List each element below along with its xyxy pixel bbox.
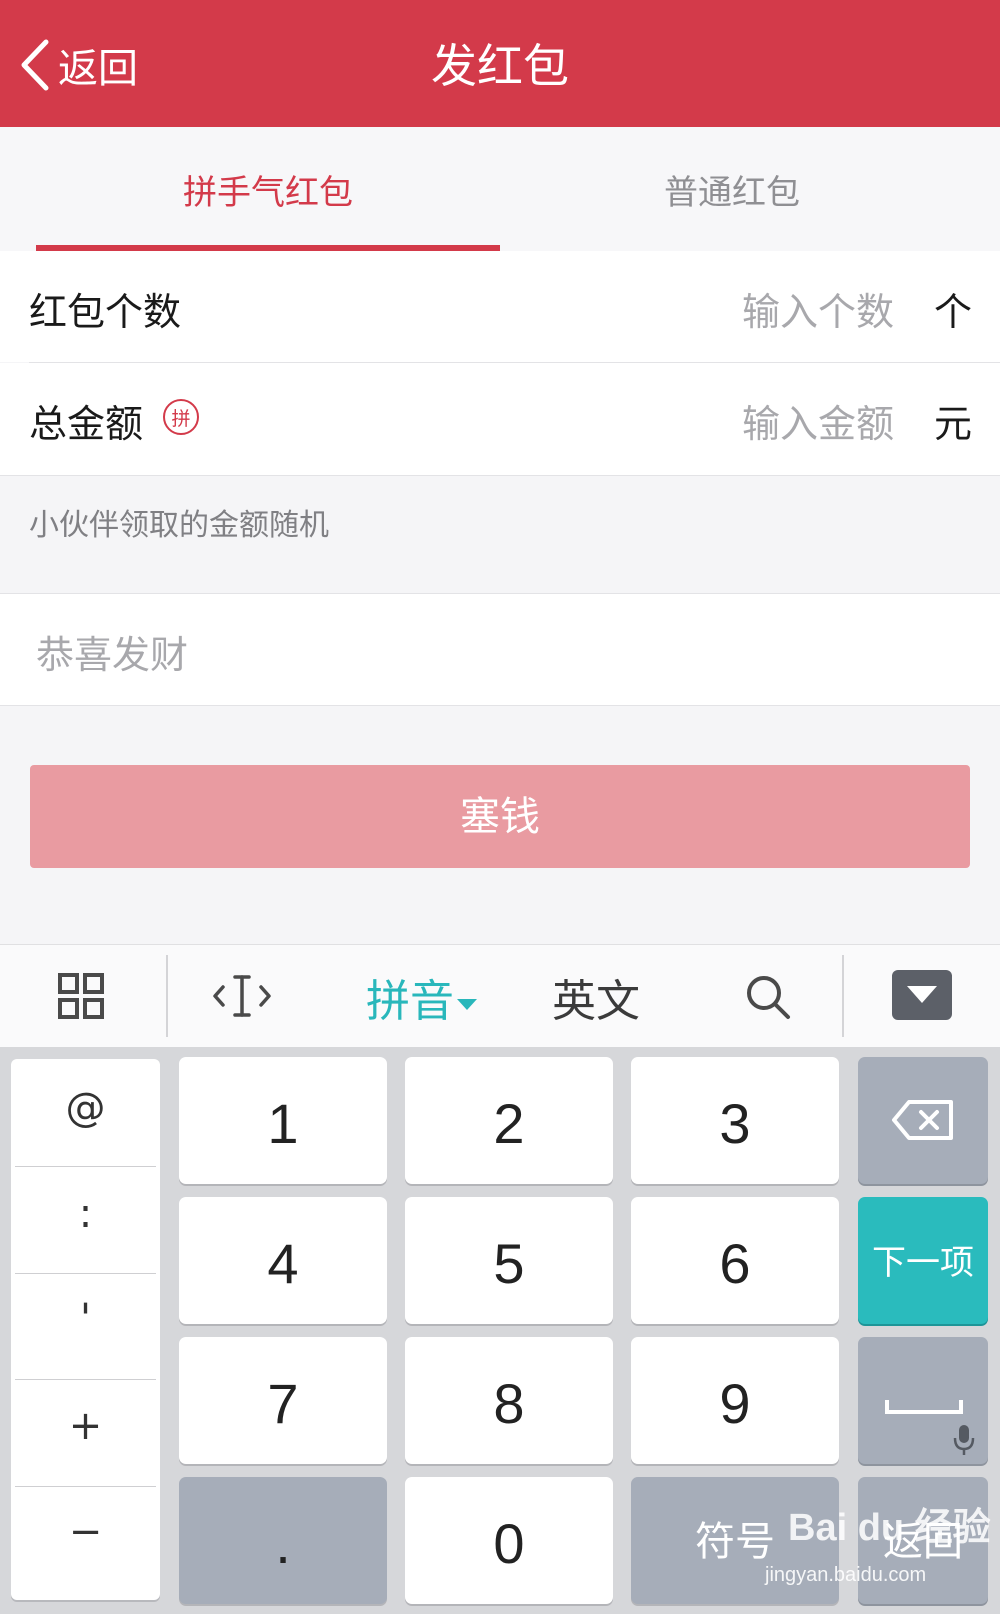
key-7[interactable]: 7 (179, 1337, 387, 1464)
count-row[interactable]: 红包个数 输入个数 个 (0, 251, 1000, 362)
key-5[interactable]: 5 (405, 1197, 613, 1324)
backspace-key[interactable] (858, 1057, 988, 1184)
submit-money-button[interactable]: 塞钱 (30, 765, 970, 868)
count-label: 红包个数 (29, 290, 182, 334)
count-unit: 个 (933, 290, 972, 334)
divider (15, 1486, 156, 1487)
divider (15, 1273, 156, 1274)
amount-unit: 元 (933, 402, 972, 446)
symbol-panel: @ : ' + − (11, 1059, 160, 1600)
message-input[interactable]: 恭喜发财 (36, 624, 188, 679)
amount-row[interactable]: 总金额 拼 输入金额 元 (0, 363, 1000, 476)
key-2[interactable]: 2 (405, 1057, 613, 1184)
divider (15, 1379, 156, 1380)
key-1[interactable]: 1 (179, 1057, 387, 1184)
search-icon[interactable] (744, 973, 792, 1021)
message-row[interactable]: 恭喜发财 (0, 593, 1000, 706)
english-mode-button[interactable]: 英文 (552, 965, 640, 1029)
grid-icon[interactable] (57, 972, 105, 1020)
symbol-key-minus[interactable]: − (11, 1509, 160, 1555)
pinyin-label: 拼音 (366, 976, 454, 1027)
tab-bar: 拼手气红包 普通红包 (0, 127, 1000, 252)
tab-normal-packet[interactable]: 普通红包 (500, 127, 964, 251)
symbol-key-colon[interactable]: : (11, 1191, 160, 1237)
key-0[interactable]: 0 (405, 1477, 613, 1604)
amount-input[interactable]: 输入金额 (742, 393, 894, 448)
key-9[interactable]: 9 (631, 1337, 839, 1464)
symbol-key-apostrophe[interactable]: ' (11, 1296, 160, 1342)
cursor-icon[interactable] (213, 973, 271, 1019)
next-field-key[interactable]: 下一项 (858, 1197, 988, 1324)
symbol-key-plus[interactable]: + (11, 1403, 160, 1449)
lucky-badge-icon: 拼 (163, 399, 199, 435)
keyboard-toolbar: 拼音 英文 (0, 944, 1000, 1048)
chevron-left-icon (21, 39, 49, 91)
tab-lucky-packet[interactable]: 拼手气红包 (36, 127, 500, 251)
baidu-watermark: Bai du 经验 (788, 1507, 991, 1549)
microphone-icon (953, 1425, 975, 1455)
page-title: 发红包 (431, 39, 569, 93)
hide-keyboard-icon[interactable] (891, 969, 953, 1021)
key-8[interactable]: 8 (405, 1337, 613, 1464)
toolbar-divider (842, 955, 844, 1037)
divider (15, 1166, 156, 1167)
count-input[interactable]: 输入个数 (742, 281, 894, 336)
key-3[interactable]: 3 (631, 1057, 839, 1184)
key-6[interactable]: 6 (631, 1197, 839, 1324)
caret-down-icon (457, 999, 477, 1010)
pinyin-mode-button[interactable]: 拼音 (366, 965, 478, 1029)
back-label: 返回 (58, 46, 138, 92)
amount-label: 总金额 (29, 402, 144, 446)
symbol-key-at[interactable]: @ (11, 1085, 160, 1131)
key-dot[interactable]: . (179, 1477, 387, 1604)
random-amount-hint: 小伙伴领取的金额随机 (29, 508, 329, 543)
key-4[interactable]: 4 (179, 1197, 387, 1324)
backspace-icon (892, 1100, 953, 1140)
toolbar-divider (166, 955, 168, 1037)
space-key[interactable] (858, 1337, 988, 1464)
watermark-url: jingyan.baidu.com (765, 1564, 927, 1586)
space-bar-icon (885, 1400, 963, 1414)
back-button[interactable]: 返回 (18, 36, 138, 94)
